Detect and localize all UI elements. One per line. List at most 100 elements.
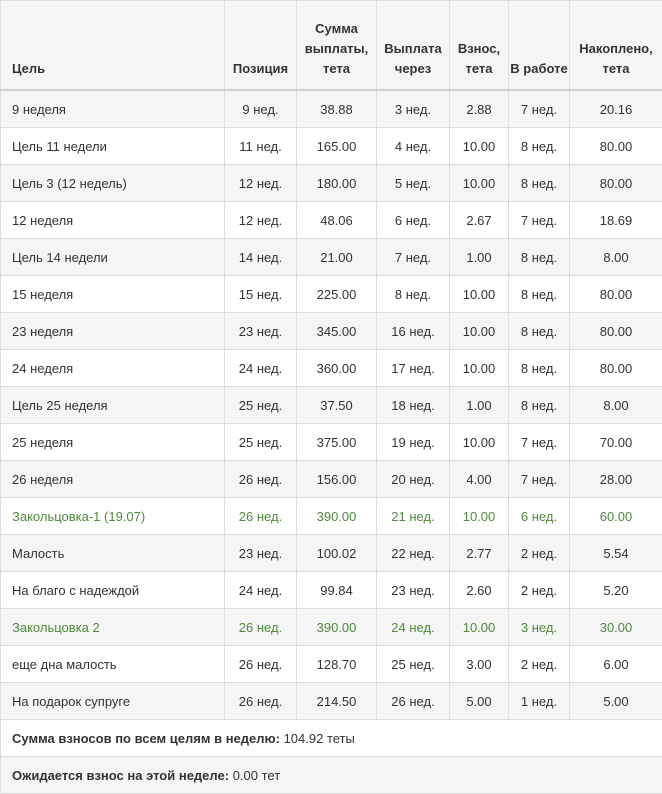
- accumulated-cell: 6.00: [570, 646, 662, 683]
- contribution-cell: 10.00: [450, 165, 509, 202]
- table-header-row: Цель Позиция Сумма выплаты, тета Выплата…: [1, 1, 662, 91]
- position-cell: 25 нед.: [225, 424, 297, 461]
- due-cell: 4 нед.: [377, 128, 450, 165]
- contribution-cell: 2.77: [450, 535, 509, 572]
- goal-name-cell: 15 неделя: [1, 276, 225, 313]
- payout-cell: 128.70: [297, 646, 377, 683]
- position-cell: 11 нед.: [225, 128, 297, 165]
- weekly-contribution-cell: Сумма взносов по всем целям в неделю: 10…: [1, 720, 662, 757]
- payout-cell: 390.00: [297, 498, 377, 535]
- goals-table-body: 9 неделя9 нед.38.883 нед.2.887 нед.20.16…: [1, 90, 662, 794]
- expected-contribution-summary: Ожидается взнос на этой неделе: 0.00 тет: [1, 757, 662, 794]
- table-row: На подарок супруге26 нед.214.5026 нед.5.…: [1, 683, 662, 720]
- table-row: 15 неделя15 нед.225.008 нед.10.008 нед.8…: [1, 276, 662, 313]
- contribution-cell: 5.00: [450, 683, 509, 720]
- accumulated-cell: 5.54: [570, 535, 662, 572]
- contribution-cell: 10.00: [450, 276, 509, 313]
- goal-name-cell: На подарок супруге: [1, 683, 225, 720]
- expected-contribution-value: 0.00 тет: [233, 768, 280, 783]
- accumulated-cell: 80.00: [570, 350, 662, 387]
- expected-contribution-label: Ожидается взнос на этой неделе:: [12, 768, 229, 783]
- table-row: Цель 3 (12 недель)12 нед.180.005 нед.10.…: [1, 165, 662, 202]
- goal-name-cell: еще дна малость: [1, 646, 225, 683]
- payout-cell: 37.50: [297, 387, 377, 424]
- column-header-position: Позиция: [225, 1, 297, 91]
- due-cell: 22 нед.: [377, 535, 450, 572]
- in-work-cell: 8 нед.: [509, 350, 570, 387]
- goal-name-cell: 24 неделя: [1, 350, 225, 387]
- goal-name-cell: Закольцовка 2: [1, 609, 225, 646]
- contribution-cell: 4.00: [450, 461, 509, 498]
- contribution-cell: 1.00: [450, 387, 509, 424]
- table-row: 9 неделя9 нед.38.883 нед.2.887 нед.20.16: [1, 90, 662, 128]
- payout-cell: 225.00: [297, 276, 377, 313]
- payout-cell: 214.50: [297, 683, 377, 720]
- payout-cell: 38.88: [297, 90, 377, 128]
- table-row: 26 неделя26 нед.156.0020 нед.4.007 нед.2…: [1, 461, 662, 498]
- accumulated-cell: 30.00: [570, 609, 662, 646]
- column-header-payout: Сумма выплаты, тета: [297, 1, 377, 91]
- in-work-cell: 2 нед.: [509, 646, 570, 683]
- due-cell: 18 нед.: [377, 387, 450, 424]
- accumulated-cell: 70.00: [570, 424, 662, 461]
- position-cell: 26 нед.: [225, 683, 297, 720]
- accumulated-cell: 5.00: [570, 683, 662, 720]
- in-work-cell: 8 нед.: [509, 276, 570, 313]
- goal-name-cell: 12 неделя: [1, 202, 225, 239]
- contribution-cell: 10.00: [450, 498, 509, 535]
- payout-cell: 48.06: [297, 202, 377, 239]
- contribution-cell: 10.00: [450, 313, 509, 350]
- goal-name-cell: Цель 25 неделя: [1, 387, 225, 424]
- contribution-cell: 10.00: [450, 350, 509, 387]
- contribution-cell: 2.60: [450, 572, 509, 609]
- position-cell: 9 нед.: [225, 90, 297, 128]
- position-cell: 24 нед.: [225, 350, 297, 387]
- goal-name-cell: Цель 14 недели: [1, 239, 225, 276]
- in-work-cell: 8 нед.: [509, 387, 570, 424]
- due-cell: 23 нед.: [377, 572, 450, 609]
- table-row: Закольцовка-1 (19.07)26 нед.390.0021 нед…: [1, 498, 662, 535]
- goals-panel: Цель Позиция Сумма выплаты, тета Выплата…: [0, 0, 662, 794]
- due-cell: 16 нед.: [377, 313, 450, 350]
- in-work-cell: 6 нед.: [509, 498, 570, 535]
- payout-cell: 390.00: [297, 609, 377, 646]
- due-cell: 25 нед.: [377, 646, 450, 683]
- payout-cell: 375.00: [297, 424, 377, 461]
- in-work-cell: 8 нед.: [509, 239, 570, 276]
- table-row: еще дна малость26 нед.128.7025 нед.3.002…: [1, 646, 662, 683]
- table-row: Малость23 нед.100.0222 нед.2.772 нед.5.5…: [1, 535, 662, 572]
- position-cell: 26 нед.: [225, 609, 297, 646]
- accumulated-cell: 18.69: [570, 202, 662, 239]
- due-cell: 19 нед.: [377, 424, 450, 461]
- position-cell: 25 нед.: [225, 387, 297, 424]
- due-cell: 6 нед.: [377, 202, 450, 239]
- expected-contribution-cell: Ожидается взнос на этой неделе: 0.00 тет: [1, 757, 662, 794]
- position-cell: 24 нед.: [225, 572, 297, 609]
- in-work-cell: 7 нед.: [509, 461, 570, 498]
- accumulated-cell: 80.00: [570, 165, 662, 202]
- contribution-cell: 10.00: [450, 128, 509, 165]
- payout-cell: 21.00: [297, 239, 377, 276]
- position-cell: 12 нед.: [225, 202, 297, 239]
- table-row: На благо с надеждой24 нед.99.8423 нед.2.…: [1, 572, 662, 609]
- due-cell: 5 нед.: [377, 165, 450, 202]
- due-cell: 3 нед.: [377, 90, 450, 128]
- in-work-cell: 8 нед.: [509, 313, 570, 350]
- payout-cell: 360.00: [297, 350, 377, 387]
- in-work-cell: 8 нед.: [509, 165, 570, 202]
- position-cell: 26 нед.: [225, 461, 297, 498]
- table-row: 23 неделя23 нед.345.0016 нед.10.008 нед.…: [1, 313, 662, 350]
- position-cell: 23 нед.: [225, 535, 297, 572]
- table-row: 25 неделя25 нед.375.0019 нед.10.007 нед.…: [1, 424, 662, 461]
- column-header-accumulated: Накоплено, тета: [570, 1, 662, 91]
- due-cell: 20 нед.: [377, 461, 450, 498]
- goal-name-cell: 23 неделя: [1, 313, 225, 350]
- goal-name-cell: Закольцовка-1 (19.07): [1, 498, 225, 535]
- contribution-cell: 2.67: [450, 202, 509, 239]
- table-row: Цель 14 недели14 нед.21.007 нед.1.008 не…: [1, 239, 662, 276]
- contribution-cell: 10.00: [450, 424, 509, 461]
- payout-cell: 100.02: [297, 535, 377, 572]
- accumulated-cell: 20.16: [570, 90, 662, 128]
- accumulated-cell: 5.20: [570, 572, 662, 609]
- column-header-due: Выплата через: [377, 1, 450, 91]
